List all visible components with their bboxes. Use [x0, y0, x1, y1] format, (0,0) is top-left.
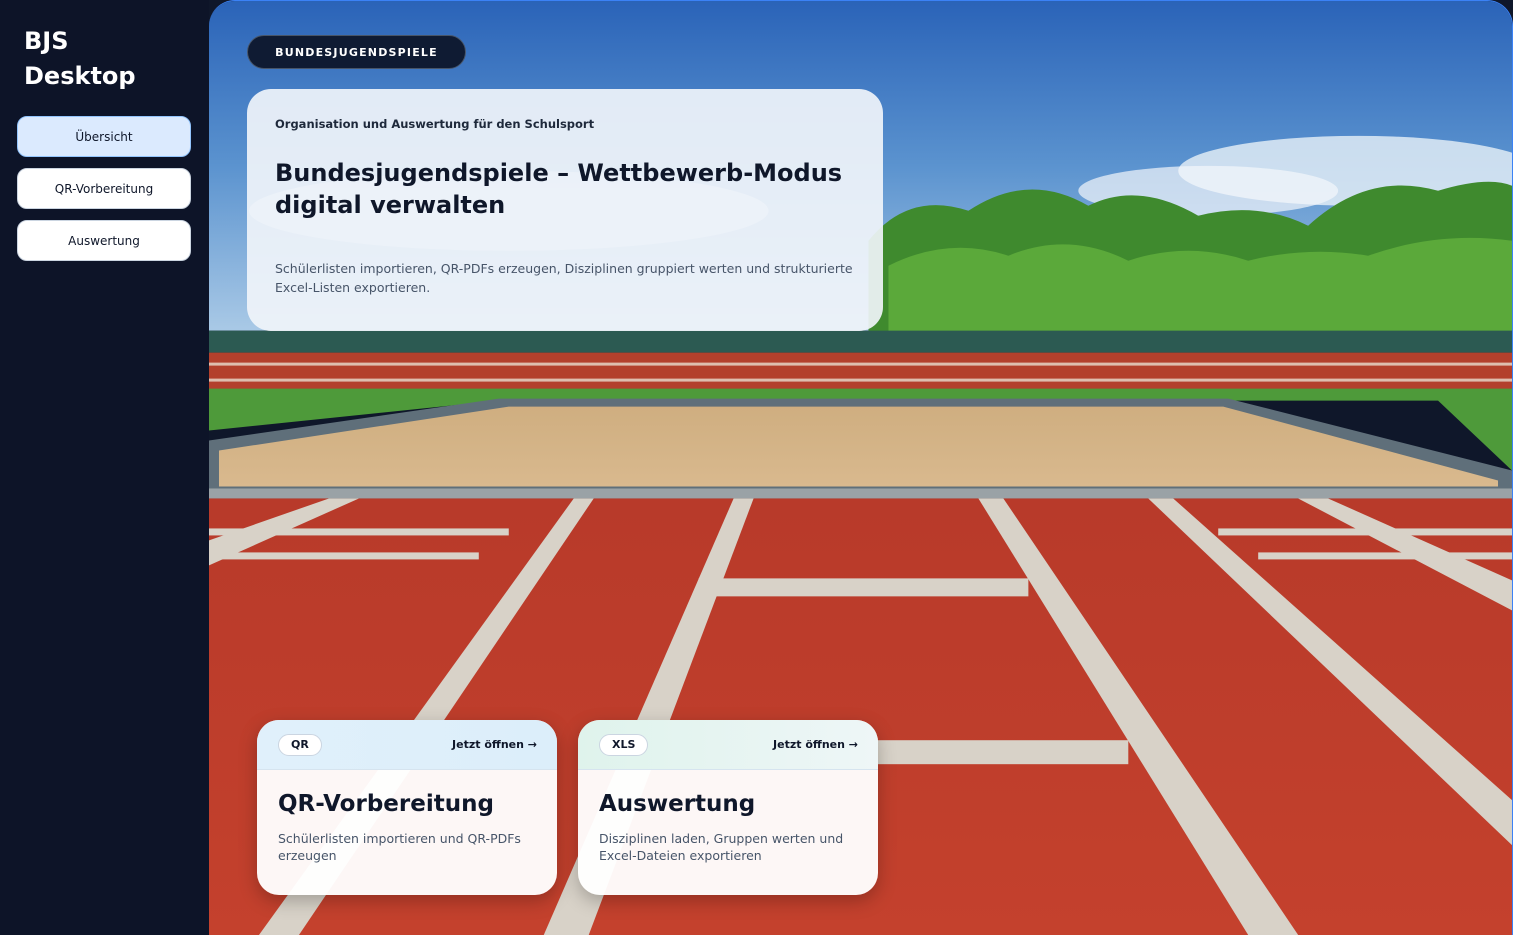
qr-preparation-tile[interactable]: QR Jetzt öffnen → QR-Vorbereitung Schüle…: [257, 720, 557, 895]
tile-header: XLS Jetzt öffnen →: [578, 720, 878, 770]
sidebar: BJS Desktop Übersicht QR-Vorbereitung Au…: [0, 0, 209, 935]
tile-title: QR-Vorbereitung: [278, 791, 494, 817]
tile-title: Auswertung: [599, 791, 756, 817]
tile-body: Auswertung Disziplinen laden, Gruppen we…: [578, 770, 878, 884]
hero-card: Organisation und Auswertung für den Schu…: [247, 89, 883, 331]
tile-description: Disziplinen laden, Gruppen werten und Ex…: [599, 831, 844, 863]
nav-qr-preparation-button[interactable]: QR-Vorbereitung: [17, 168, 191, 209]
app-title: BJS Desktop: [24, 27, 136, 90]
hero-panel: BUNDESJUGENDSPIELE Organisation und Ausw…: [209, 0, 1513, 935]
tile-description: Schülerlisten importieren und QR-PDFs er…: [278, 831, 521, 863]
nav-overview-button[interactable]: Übersicht: [17, 116, 191, 157]
open-evaluation-link[interactable]: Jetzt öffnen →: [773, 738, 858, 751]
tile-header: QR Jetzt öffnen →: [257, 720, 557, 770]
evaluation-tile[interactable]: XLS Jetzt öffnen → Auswertung Diszipline…: [578, 720, 878, 895]
tile-body: QR-Vorbereitung Schülerlisten importiere…: [257, 770, 557, 884]
qr-chip: QR: [278, 733, 322, 756]
nav-evaluation-button[interactable]: Auswertung: [17, 220, 191, 261]
open-qr-link[interactable]: Jetzt öffnen →: [452, 738, 537, 751]
app-window: BJS Desktop Übersicht QR-Vorbereitung Au…: [0, 0, 1513, 935]
xls-chip: XLS: [599, 733, 649, 756]
hero-title: Bundesjugendspiele – Wettbewerb-Modus di…: [275, 159, 843, 219]
hero-eyebrow: Organisation und Auswertung für den Schu…: [275, 117, 595, 131]
hero-description: Schülerlisten importieren, QR-PDFs erzeu…: [275, 261, 853, 295]
section-badge: BUNDESJUGENDSPIELE: [247, 35, 466, 69]
